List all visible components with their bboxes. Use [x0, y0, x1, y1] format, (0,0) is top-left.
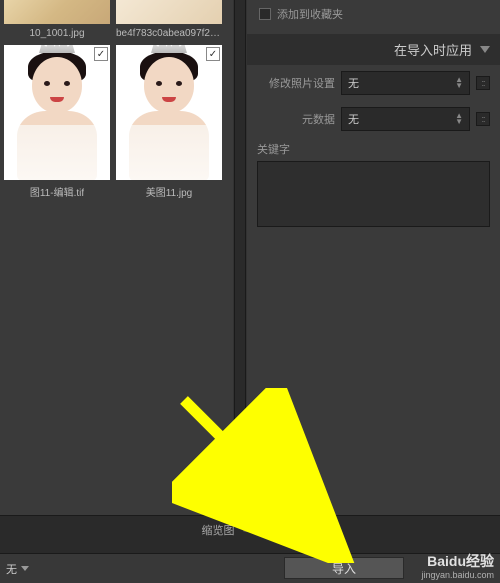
setting-menu-icon[interactable]: :: [476, 76, 490, 90]
updown-icon: ▲ ▼ [455, 113, 463, 124]
thumbnail-filename: 图11-编辑.tif [30, 184, 84, 199]
slider-handle[interactable] [263, 525, 271, 535]
develop-settings-dropdown[interactable]: 无 ▲ ▼ [341, 71, 470, 95]
thumbnail-size-label: 缩览图 [202, 522, 235, 538]
thumbnail-item[interactable]: 10_1001.jpg [4, 0, 110, 39]
selection-checkmark-icon[interactable]: ✓ [94, 47, 108, 61]
thumbnail-filename: be4f783c0abea097f2f84fe0b9c23... [116, 28, 222, 39]
thumbnail-image [116, 0, 222, 24]
collapse-icon [480, 46, 490, 53]
keywords-label: 关键字 [247, 137, 500, 159]
updown-icon: ▲ ▼ [455, 77, 463, 88]
preset-label: 无 [6, 561, 17, 577]
add-to-favorites-row[interactable]: 添加到收藏夹 [247, 0, 500, 28]
import-button[interactable]: 导入 [284, 557, 404, 579]
selection-checkmark-icon[interactable]: ✓ [206, 47, 220, 61]
setting-menu-icon[interactable]: :: [476, 112, 490, 126]
watermark-sub: jingyan.baidu.com [421, 570, 494, 581]
watermark-brand: Baidu经验 [421, 553, 494, 570]
settings-panel: 添加到收藏夹 在导入时应用 修改照片设置 无 ▲ ▼ :: 元数据 无 ▲ ▼ … [247, 0, 500, 515]
dropdown-icon [21, 566, 29, 571]
preset-selector[interactable]: 无 [0, 561, 29, 577]
thumbnail-item[interactable]: be4f783c0abea097f2f84fe0b9c23... [116, 0, 222, 39]
thumbnail-image [116, 45, 222, 180]
apply-on-import-header[interactable]: 在导入时应用 [247, 34, 500, 65]
thumbnail-size-slider[interactable] [243, 528, 299, 532]
thumbnail-panel: 10_1001.jpg be4f783c0abea097f2f84fe0b9c2… [0, 0, 233, 515]
thumbnail-item[interactable]: ✓ 美图11.jpg [116, 45, 222, 199]
keywords-input[interactable] [257, 161, 490, 227]
thumbnail-filename: 10_1001.jpg [29, 28, 84, 39]
thumbnail-item[interactable]: ✓ 图11-编辑.tif [4, 45, 110, 199]
checkbox-icon[interactable] [259, 8, 271, 20]
thumbnail-size-row: 缩览图 [0, 516, 500, 542]
panel-divider[interactable] [234, 0, 246, 515]
metadata-dropdown[interactable]: 无 ▲ ▼ [341, 107, 470, 131]
metadata-row: 元数据 无 ▲ ▼ :: [247, 101, 500, 137]
thumbnail-filename: 美图11.jpg [146, 184, 193, 199]
thumbnail-image [4, 0, 110, 24]
develop-settings-label: 修改照片设置 [257, 75, 335, 91]
metadata-label: 元数据 [257, 111, 335, 127]
add-to-favorites-label: 添加到收藏夹 [277, 6, 343, 22]
develop-settings-row: 修改照片设置 无 ▲ ▼ :: [247, 65, 500, 101]
watermark: Baidu经验 jingyan.baidu.com [421, 553, 494, 581]
section-title: 在导入时应用 [394, 40, 472, 59]
thumbnail-image [4, 45, 110, 180]
